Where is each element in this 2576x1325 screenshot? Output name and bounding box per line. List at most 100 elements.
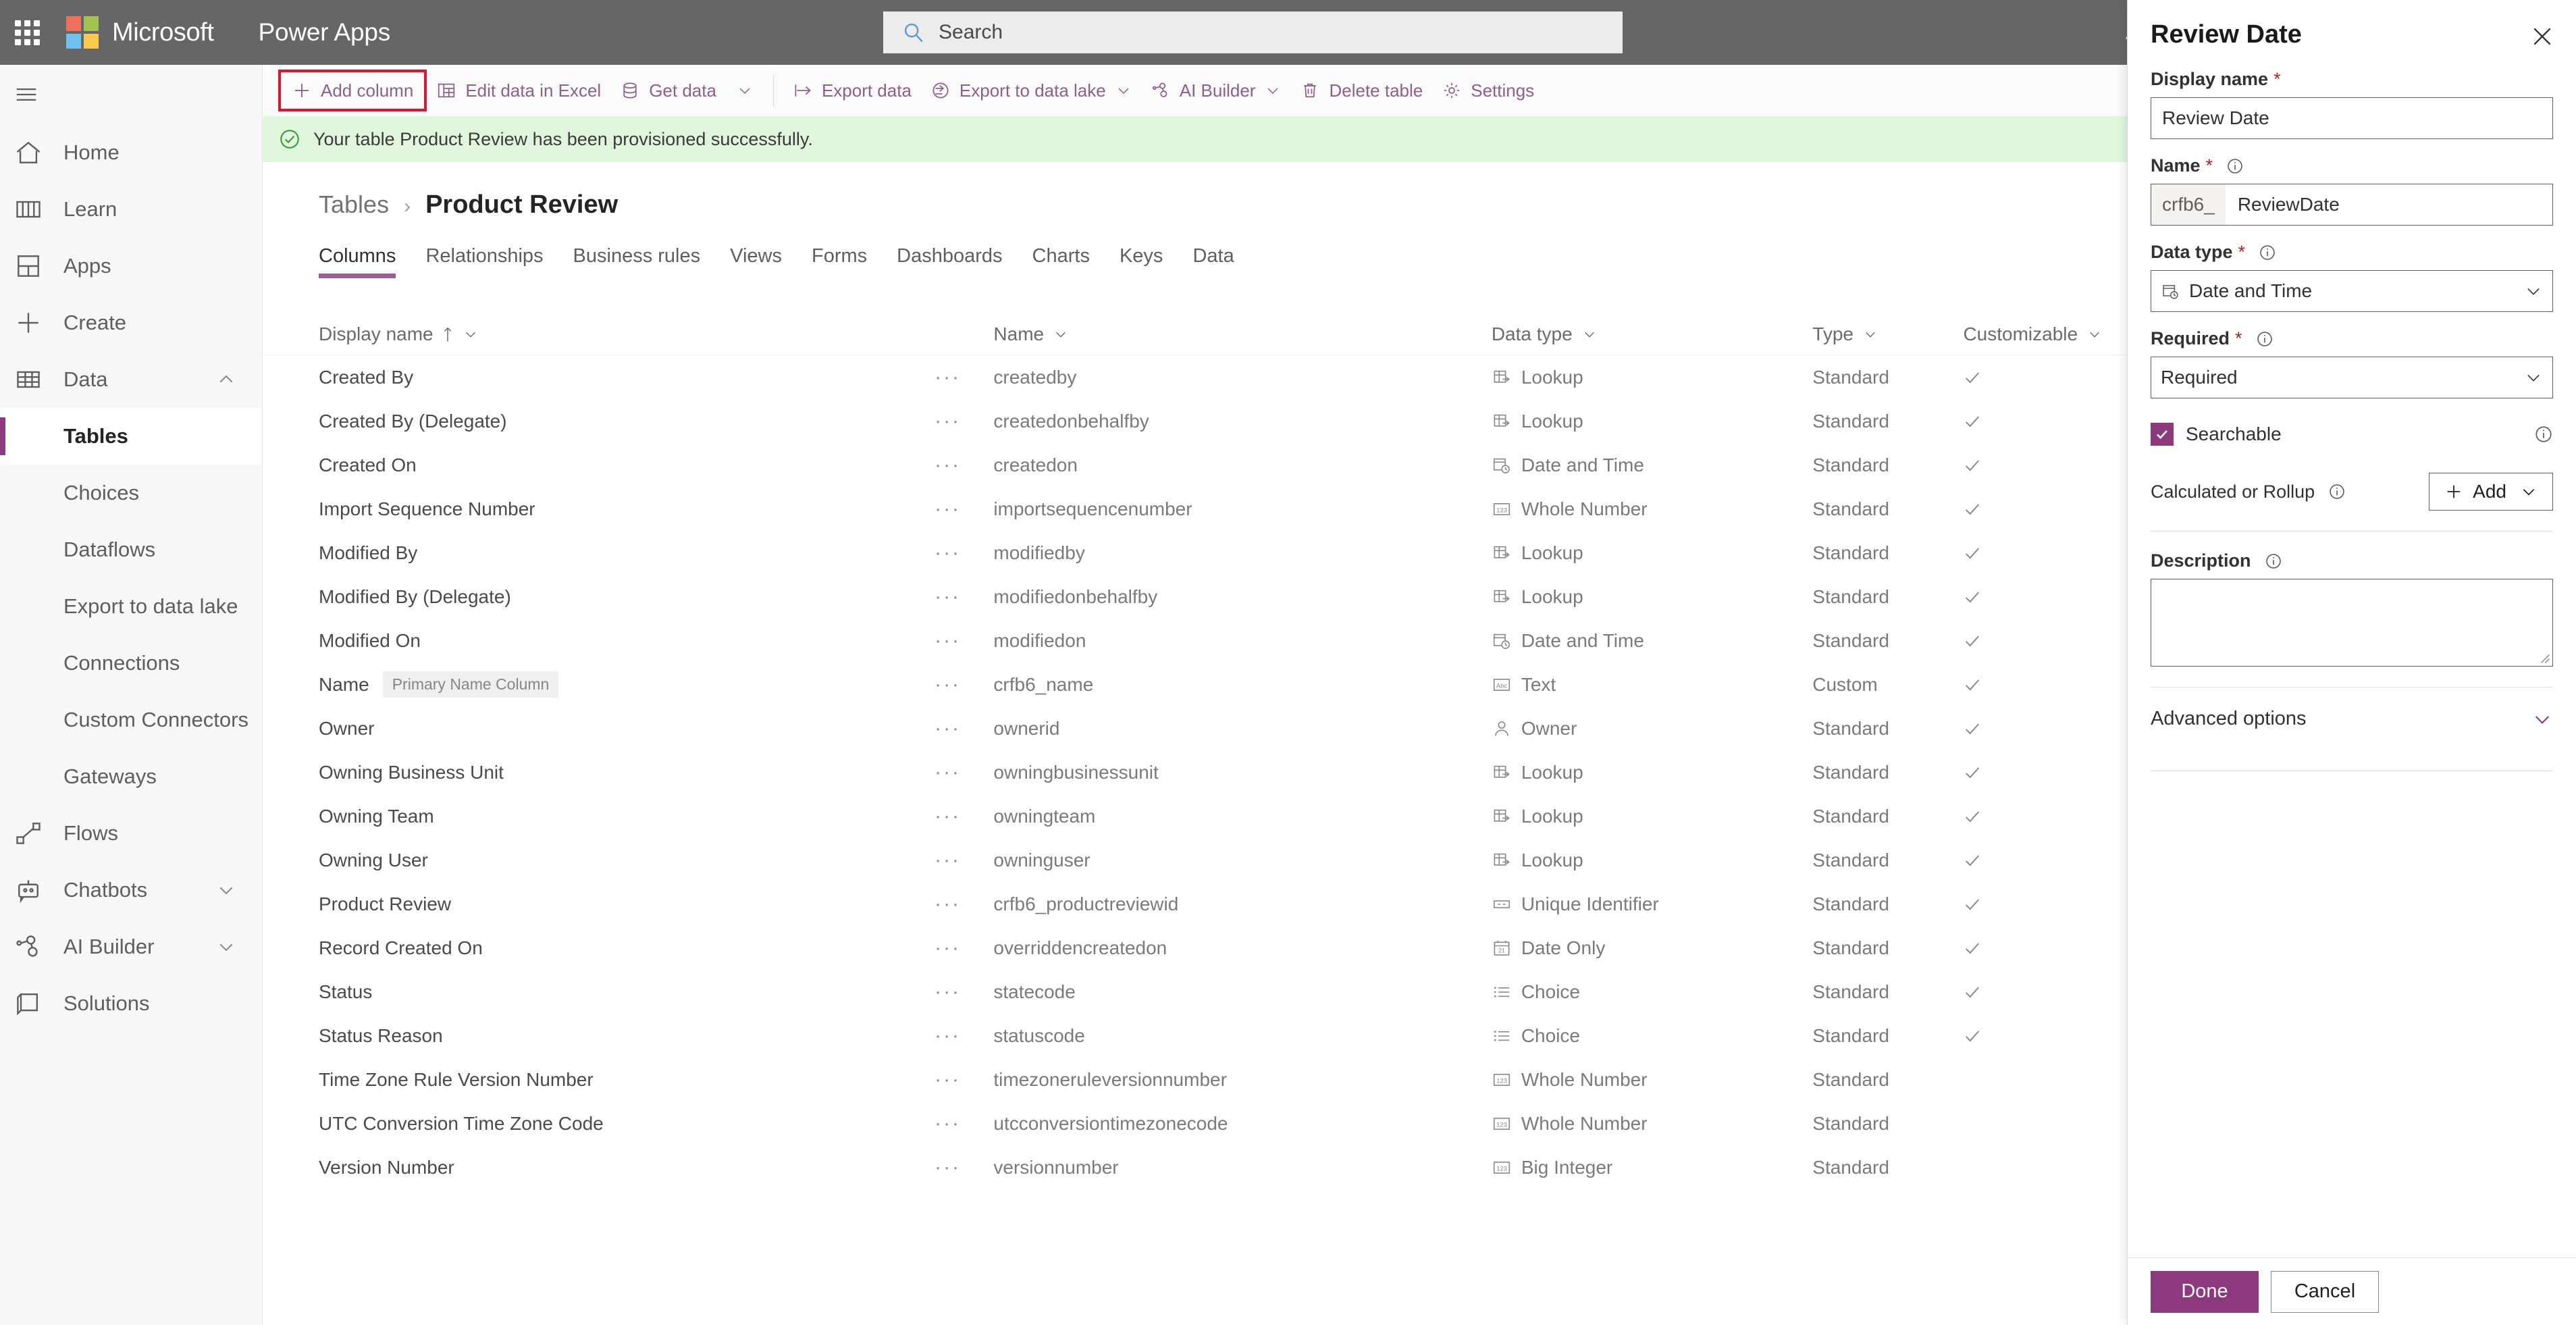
table-row[interactable]: Owning Team ··· owningteam Lookup Standard — [263, 794, 2127, 838]
close-icon[interactable] — [2529, 23, 2556, 50]
column-header-data-type[interactable]: Data type — [1492, 323, 1812, 345]
sidebar-item-dataflows[interactable]: Dataflows — [0, 521, 262, 578]
table-row[interactable]: Status Reason ··· statuscode Choice Standard — [263, 1014, 2127, 1058]
global-search-box[interactable]: Search — [883, 11, 1623, 53]
tab-data[interactable]: Data — [1178, 245, 1248, 278]
row-overflow-menu[interactable]: ··· — [935, 849, 993, 872]
app-launcher-button[interactable] — [0, 0, 54, 65]
breadcrumb-tables-link[interactable]: Tables — [319, 190, 389, 219]
table-row[interactable]: Owner ··· ownerid Owner Standard — [263, 706, 2127, 750]
command-overflow-button[interactable] — [726, 70, 764, 111]
table-row[interactable]: Name Primary Name Column ··· crfb6_name Abc T… — [263, 662, 2127, 706]
sidebar-item-custom-connectors[interactable]: Custom Connectors — [0, 692, 262, 748]
searchable-checkbox[interactable] — [2151, 423, 2174, 446]
info-icon[interactable] — [2534, 425, 2553, 444]
column-header-name[interactable]: Name — [993, 323, 1491, 345]
tab-charts[interactable]: Charts — [1018, 245, 1105, 278]
sidebar-item-gateways[interactable]: Gateways — [0, 748, 262, 805]
sidebar-item-apps[interactable]: Apps — [0, 238, 262, 294]
export-data-button[interactable]: Export data — [783, 70, 921, 111]
sidebar-item-data[interactable]: Data — [0, 351, 262, 408]
row-overflow-menu[interactable]: ··· — [935, 761, 993, 784]
done-button[interactable]: Done — [2151, 1270, 2259, 1313]
row-overflow-menu[interactable]: ··· — [935, 542, 993, 565]
row-overflow-menu[interactable]: ··· — [935, 717, 993, 740]
app-title[interactable]: Power Apps — [259, 18, 391, 47]
info-icon[interactable] — [2265, 552, 2282, 570]
sidebar-item-create[interactable]: Create — [0, 294, 262, 351]
add-column-button[interactable]: Add column — [278, 70, 427, 111]
cancel-button[interactable]: Cancel — [2271, 1270, 2379, 1313]
table-row[interactable]: Product Review ··· crfb6_productreviewid Un… — [263, 882, 2127, 926]
info-icon[interactable] — [2256, 330, 2273, 348]
table-row[interactable]: Owning User ··· owninguser Lookup Standard — [263, 838, 2127, 882]
add-calculated-rollup-button[interactable]: Add — [2429, 473, 2553, 511]
row-overflow-menu[interactable]: ··· — [935, 410, 993, 433]
description-textarea[interactable] — [2151, 579, 2553, 667]
advanced-options-toggle[interactable]: Advanced options — [2151, 687, 2553, 750]
sidebar-item-flows[interactable]: Flows — [0, 805, 262, 862]
column-header-display-name[interactable]: Display name — [319, 323, 935, 345]
column-header-type[interactable]: Type — [1812, 323, 1963, 345]
sidebar-item-chatbots[interactable]: Chatbots — [0, 862, 262, 918]
sidebar-item-export-to-data-lake[interactable]: Export to data lake — [0, 578, 262, 635]
row-overflow-menu[interactable]: ··· — [935, 937, 993, 960]
table-row[interactable]: UTC Conversion Time Zone Code ··· utcconve… — [263, 1101, 2127, 1145]
column-header-customizable[interactable]: Customizable — [1963, 323, 2127, 345]
row-overflow-menu[interactable]: ··· — [935, 498, 993, 521]
table-row[interactable]: Owning Business Unit ··· owningbusinessuni… — [263, 750, 2127, 794]
tab-columns[interactable]: Columns — [319, 245, 411, 278]
table-row[interactable]: Created By ··· createdby Lookup Standard — [263, 355, 2127, 399]
settings-button[interactable]: Settings — [1432, 70, 1544, 111]
tab-dashboards[interactable]: Dashboards — [882, 245, 1017, 278]
table-row[interactable]: Time Zone Rule Version Number ··· timezone… — [263, 1058, 2127, 1101]
display-name-input[interactable]: Review Date — [2151, 97, 2553, 139]
tab-business-rules[interactable]: Business rules — [558, 245, 716, 278]
row-overflow-menu[interactable]: ··· — [935, 673, 993, 696]
table-row[interactable]: Modified By ··· modifiedby Lookup Standard — [263, 531, 2127, 575]
info-icon[interactable] — [2328, 483, 2346, 500]
info-icon[interactable] — [2259, 244, 2276, 261]
tab-forms[interactable]: Forms — [797, 245, 882, 278]
row-overflow-menu[interactable]: ··· — [935, 1024, 993, 1047]
sidebar-item-choices[interactable]: Choices — [0, 465, 262, 521]
tab-views[interactable]: Views — [715, 245, 797, 278]
resize-handle-icon[interactable] — [2538, 652, 2550, 664]
delete-table-button[interactable]: Delete table — [1290, 70, 1432, 111]
table-row[interactable]: Import Sequence Number ··· importsequencen… — [263, 487, 2127, 531]
row-overflow-menu[interactable]: ··· — [935, 893, 993, 916]
get-data-button[interactable]: Get data — [610, 70, 726, 111]
row-overflow-menu[interactable]: ··· — [935, 1156, 993, 1179]
row-overflow-menu[interactable]: ··· — [935, 981, 993, 1004]
row-overflow-menu[interactable]: ··· — [935, 1112, 993, 1135]
table-row[interactable]: Created On ··· createdon Date and Time Stand… — [263, 443, 2127, 487]
tab-keys[interactable]: Keys — [1105, 245, 1178, 278]
tab-relationships[interactable]: Relationships — [411, 245, 558, 278]
row-overflow-menu[interactable]: ··· — [935, 586, 993, 608]
ai-builder-button[interactable]: AI Builder — [1141, 70, 1291, 111]
logical-name-input[interactable]: crfb6_ ReviewDate — [2151, 184, 2553, 226]
sidebar-item-home[interactable]: Home — [0, 124, 262, 181]
sidebar-item-tables[interactable]: Tables — [0, 408, 262, 465]
sidebar-item-ai-builder[interactable]: AI Builder — [0, 918, 262, 975]
export-to-data-lake-button[interactable]: Export to data lake — [921, 70, 1141, 111]
info-icon[interactable] — [2226, 157, 2244, 175]
table-row[interactable]: Status ··· statecode Choice Standard — [263, 970, 2127, 1014]
table-row[interactable]: Created By (Delegate) ··· createdonbehalfb… — [263, 399, 2127, 443]
sidebar-item-learn[interactable]: Learn — [0, 181, 262, 238]
table-row[interactable]: Modified On ··· modifiedon Date and Time Sta… — [263, 619, 2127, 662]
sidebar-collapse-button[interactable] — [0, 65, 262, 124]
edit-data-in-excel-button[interactable]: Edit data in Excel — [427, 70, 610, 111]
row-overflow-menu[interactable]: ··· — [935, 805, 993, 828]
row-overflow-menu[interactable]: ··· — [935, 629, 993, 652]
table-row[interactable]: Modified By (Delegate) ··· modifiedonbehal… — [263, 575, 2127, 619]
data-type-dropdown[interactable]: Date and Time — [2151, 270, 2553, 312]
table-row[interactable]: Record Created On ··· overriddencreatedon 2… — [263, 926, 2127, 970]
sidebar-item-solutions[interactable]: Solutions — [0, 975, 262, 1032]
required-dropdown[interactable]: Required — [2151, 357, 2553, 398]
row-overflow-menu[interactable]: ··· — [935, 366, 993, 389]
row-overflow-menu[interactable]: ··· — [935, 1068, 993, 1091]
table-row[interactable]: Version Number ··· versionnumber 123 Big Int… — [263, 1145, 2127, 1189]
sidebar-item-connections[interactable]: Connections — [0, 635, 262, 692]
row-overflow-menu[interactable]: ··· — [935, 454, 993, 477]
